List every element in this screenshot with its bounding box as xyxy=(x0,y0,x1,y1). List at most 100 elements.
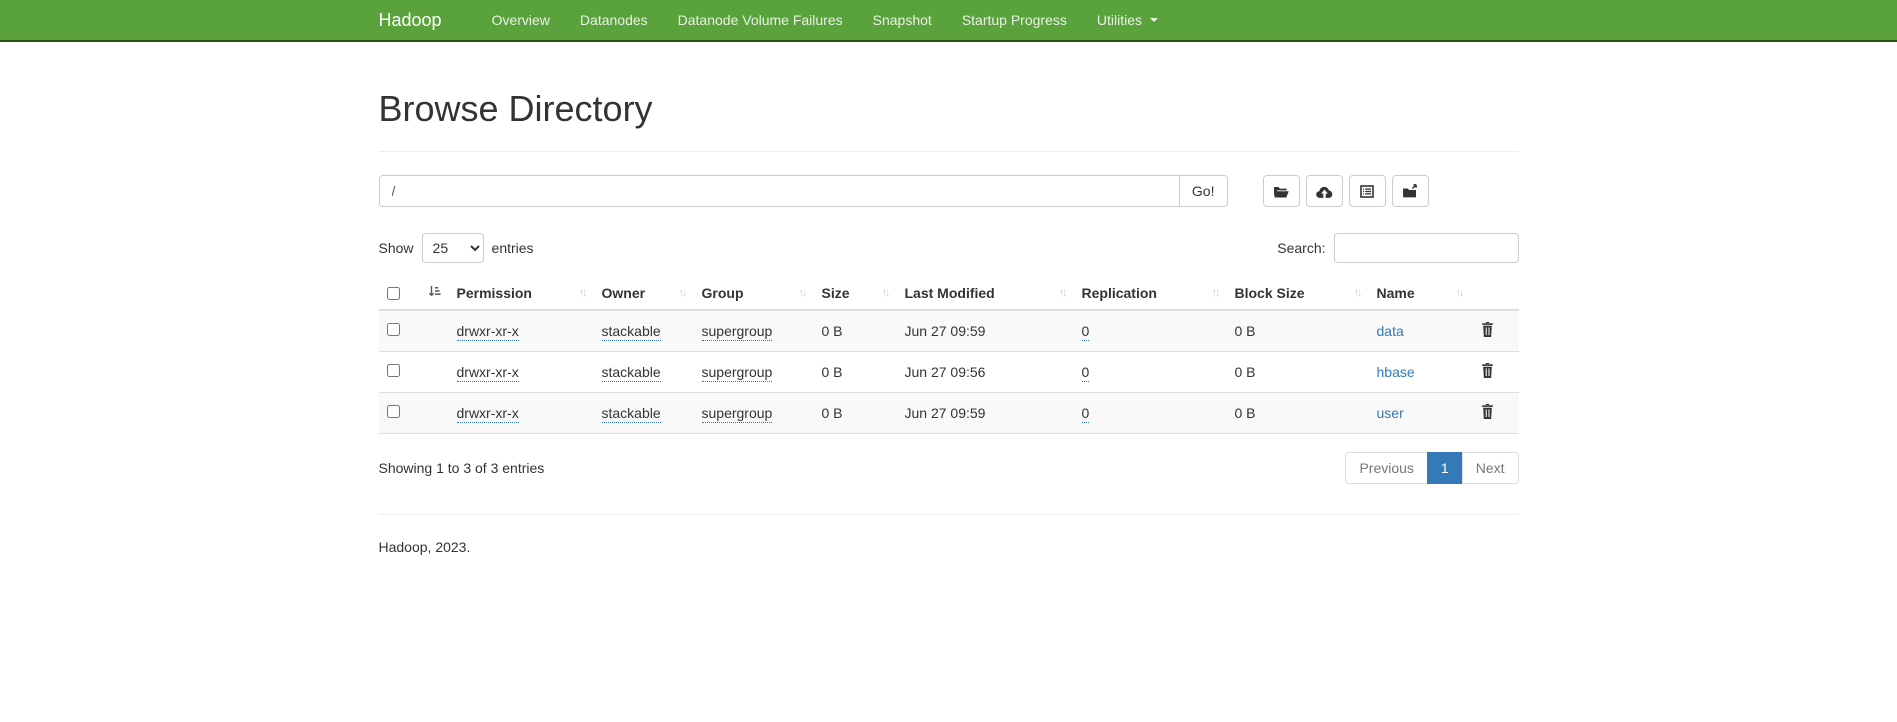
entries-label: entries xyxy=(492,240,534,256)
hadoop-brand[interactable]: Hadoop xyxy=(379,0,457,40)
cut-move-button[interactable] xyxy=(1392,175,1429,207)
search-label: Search: xyxy=(1277,240,1325,256)
sort-icon: ↑↓ xyxy=(799,287,806,299)
table-row: drwxr-xr-x stackable supergroup 0 B Jun … xyxy=(379,352,1519,393)
nav-item-datanodes: Datanodes xyxy=(565,0,663,40)
nav-link-overview[interactable]: Overview xyxy=(477,0,565,40)
file-action-buttons xyxy=(1263,175,1429,207)
pagination: Previous 1 Next xyxy=(1345,452,1518,484)
header-group-label: Group xyxy=(702,285,744,301)
replication-cell[interactable]: 0 xyxy=(1082,405,1090,423)
nav-link-datanodes[interactable]: Datanodes xyxy=(565,0,663,40)
site-footer-text: Hadoop, 2023. xyxy=(379,539,1519,555)
header-group[interactable]: Group ↑↓ xyxy=(694,277,814,310)
delete-button[interactable] xyxy=(1479,320,1496,342)
group-cell[interactable]: supergroup xyxy=(702,405,773,423)
header-last-modified[interactable]: Last Modified ↑↓ xyxy=(897,277,1074,310)
create-directory-button[interactable] xyxy=(1263,175,1300,207)
header-size-label: Size xyxy=(822,285,850,301)
upload-files-button[interactable] xyxy=(1306,175,1343,207)
nav-item-datanode-volume-failures: Datanode Volume Failures xyxy=(663,0,858,40)
select-all-checkbox[interactable] xyxy=(387,287,400,300)
pagination-current: 1 xyxy=(1428,452,1463,484)
header-name-label: Name xyxy=(1377,285,1415,301)
row-checkbox[interactable] xyxy=(387,323,400,336)
entries-per-page-select[interactable]: 25 xyxy=(422,233,484,263)
directory-path-input[interactable] xyxy=(379,175,1180,207)
header-size[interactable]: Size ↑↓ xyxy=(814,277,897,310)
folder-move-icon xyxy=(1402,184,1419,199)
table-header-row: Permission↑↓ Owner↑↓ Group ↑↓ Size ↑↓ Last… xyxy=(379,277,1519,310)
block-size-cell: 0 B xyxy=(1227,393,1369,434)
nav-link-snapshot[interactable]: Snapshot xyxy=(858,0,947,40)
directory-link[interactable]: hbase xyxy=(1377,364,1415,380)
nav-item-snapshot: Snapshot xyxy=(858,0,947,40)
header-permission[interactable]: Permission↑↓ xyxy=(449,277,594,310)
trash-icon xyxy=(1481,407,1494,422)
sort-icon: ↑↓ xyxy=(882,287,889,299)
sort-icon: ↑↓ xyxy=(1456,287,1463,299)
row-checkbox[interactable] xyxy=(387,405,400,418)
cloud-upload-icon xyxy=(1316,184,1333,199)
show-entries-control: Show 25 entries xyxy=(379,233,534,263)
directory-link[interactable]: user xyxy=(1377,405,1404,421)
sort-icon: ↑↓ xyxy=(679,287,686,299)
paste-clipboard-button[interactable] xyxy=(1349,175,1386,207)
header-owner[interactable]: Owner↑↓ xyxy=(594,277,694,310)
go-button[interactable]: Go! xyxy=(1179,175,1228,207)
pagination-previous: Previous xyxy=(1345,452,1427,484)
header-block-size[interactable]: Block Size↑↓ xyxy=(1227,277,1369,310)
search-control: Search: xyxy=(1277,233,1518,263)
pagination-next: Next xyxy=(1463,452,1519,484)
group-cell[interactable]: supergroup xyxy=(702,323,773,341)
nav-item-startup-progress: Startup Progress xyxy=(947,0,1082,40)
permission-cell[interactable]: drwxr-xr-x xyxy=(457,364,519,382)
trash-icon xyxy=(1481,366,1494,381)
size-cell: 0 B xyxy=(814,310,897,352)
permission-cell[interactable]: drwxr-xr-x xyxy=(457,405,519,423)
title-divider xyxy=(379,151,1519,152)
owner-cell[interactable]: stackable xyxy=(602,323,661,341)
path-form-row: Go! xyxy=(379,175,1519,207)
trash-icon xyxy=(1481,325,1494,340)
delete-button[interactable] xyxy=(1479,361,1496,383)
sort-icon: ↑↓ xyxy=(1212,287,1219,299)
directory-table: Permission↑↓ Owner↑↓ Group ↑↓ Size ↑↓ Last… xyxy=(379,277,1519,434)
size-cell: 0 B xyxy=(814,393,897,434)
page-title: Browse Directory xyxy=(379,88,1519,130)
directory-link[interactable]: data xyxy=(1377,323,1404,339)
row-checkbox[interactable] xyxy=(387,364,400,377)
replication-cell[interactable]: 0 xyxy=(1082,323,1090,341)
owner-cell[interactable]: stackable xyxy=(602,364,661,382)
table-row: drwxr-xr-x stackable supergroup 0 B Jun … xyxy=(379,393,1519,434)
nav-link-datanode-volume-failures[interactable]: Datanode Volume Failures xyxy=(663,0,858,40)
sort-icon: ↑↓ xyxy=(579,287,586,299)
last-modified-cell: Jun 27 09:56 xyxy=(897,352,1074,393)
folder-open-icon xyxy=(1273,184,1290,199)
size-cell: 0 B xyxy=(814,352,897,393)
last-modified-cell: Jun 27 09:59 xyxy=(897,310,1074,352)
header-select-all[interactable] xyxy=(379,277,449,310)
search-input[interactable] xyxy=(1334,233,1519,263)
nav-link-startup-progress[interactable]: Startup Progress xyxy=(947,0,1082,40)
table-row: drwxr-xr-x stackable supergroup 0 B Jun … xyxy=(379,310,1519,352)
table-controls-row: Show 25 entries Search: xyxy=(379,233,1519,263)
replication-cell[interactable]: 0 xyxy=(1082,364,1090,382)
last-modified-cell: Jun 27 09:59 xyxy=(897,393,1074,434)
delete-button[interactable] xyxy=(1479,402,1496,424)
header-last-modified-label: Last Modified xyxy=(905,285,995,301)
clipboard-list-icon xyxy=(1359,184,1375,199)
sort-icon: ↑↓ xyxy=(1059,287,1066,299)
sort-amount-asc-icon xyxy=(428,285,441,301)
entries-info: Showing 1 to 3 of 3 entries xyxy=(379,460,545,476)
owner-cell[interactable]: stackable xyxy=(602,405,661,423)
nav-link-utilities-dropdown[interactable]: Utilities xyxy=(1082,0,1173,40)
permission-cell[interactable]: drwxr-xr-x xyxy=(457,323,519,341)
header-name[interactable]: Name ↑↓ xyxy=(1369,277,1471,310)
previous-page-button[interactable]: Previous xyxy=(1345,452,1427,484)
main-content: Browse Directory Go! xyxy=(364,88,1534,555)
page-1-button[interactable]: 1 xyxy=(1427,452,1463,484)
header-replication[interactable]: Replication↑↓ xyxy=(1074,277,1227,310)
next-page-button[interactable]: Next xyxy=(1462,452,1519,484)
group-cell[interactable]: supergroup xyxy=(702,364,773,382)
